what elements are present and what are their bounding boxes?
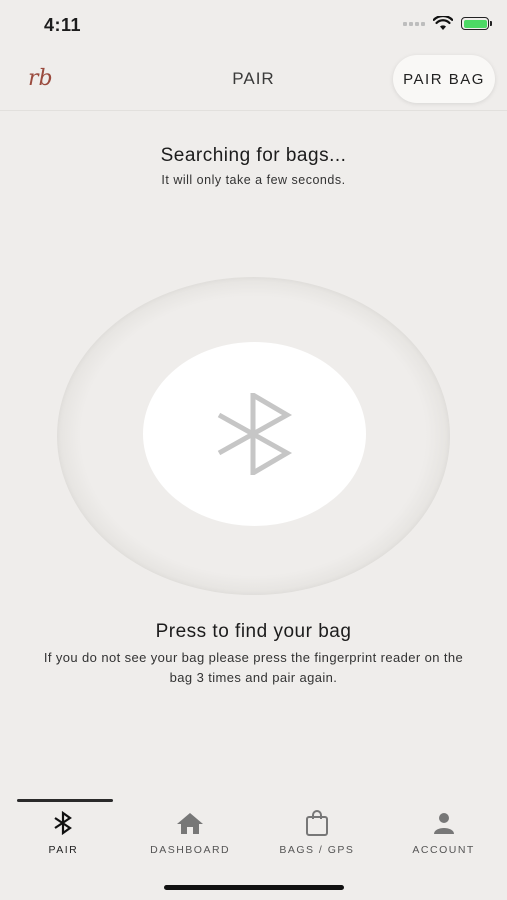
status-icons (403, 16, 492, 31)
home-indicator[interactable] (164, 885, 344, 890)
cellular-signal-icon (403, 21, 425, 26)
person-icon (433, 813, 454, 834)
bluetooth-icon (54, 811, 73, 835)
status-time: 4:11 (44, 15, 82, 35)
find-bag-button[interactable] (143, 342, 366, 526)
find-instructions: If you do not see your bag please press … (43, 650, 464, 685)
active-tab-indicator (17, 799, 113, 802)
tab-label: PAIR (48, 844, 79, 856)
tab-account[interactable]: ACCOUNT (380, 808, 507, 868)
tab-label: BAGS / GPS (279, 844, 355, 856)
wifi-icon (433, 16, 453, 30)
header: rb PAIR PAIR BAG (0, 55, 507, 111)
tab-dashboard[interactable]: DASHBOARD (127, 808, 254, 868)
tab-label: ACCOUNT (412, 844, 475, 856)
tab-bags-gps[interactable]: BAGS / GPS (254, 808, 381, 868)
header-divider (0, 110, 507, 111)
tab-pair[interactable]: PAIR (0, 808, 127, 868)
search-subtitle: It will only take a few seconds. (161, 173, 346, 187)
tab-bar: PAIR DASHBOARD BAGS / GPS ACCOUNT (0, 808, 507, 868)
bag-icon (305, 810, 328, 836)
pair-bag-button[interactable]: PAIR BAG (393, 55, 495, 103)
battery-icon (461, 17, 492, 30)
status-bar: 4:11 (0, 0, 507, 50)
search-title: Searching for bags... (160, 145, 347, 166)
home-icon (177, 813, 204, 834)
bluetooth-icon (217, 393, 292, 475)
tab-label: DASHBOARD (150, 844, 231, 856)
find-title: Press to find your bag (155, 621, 352, 642)
